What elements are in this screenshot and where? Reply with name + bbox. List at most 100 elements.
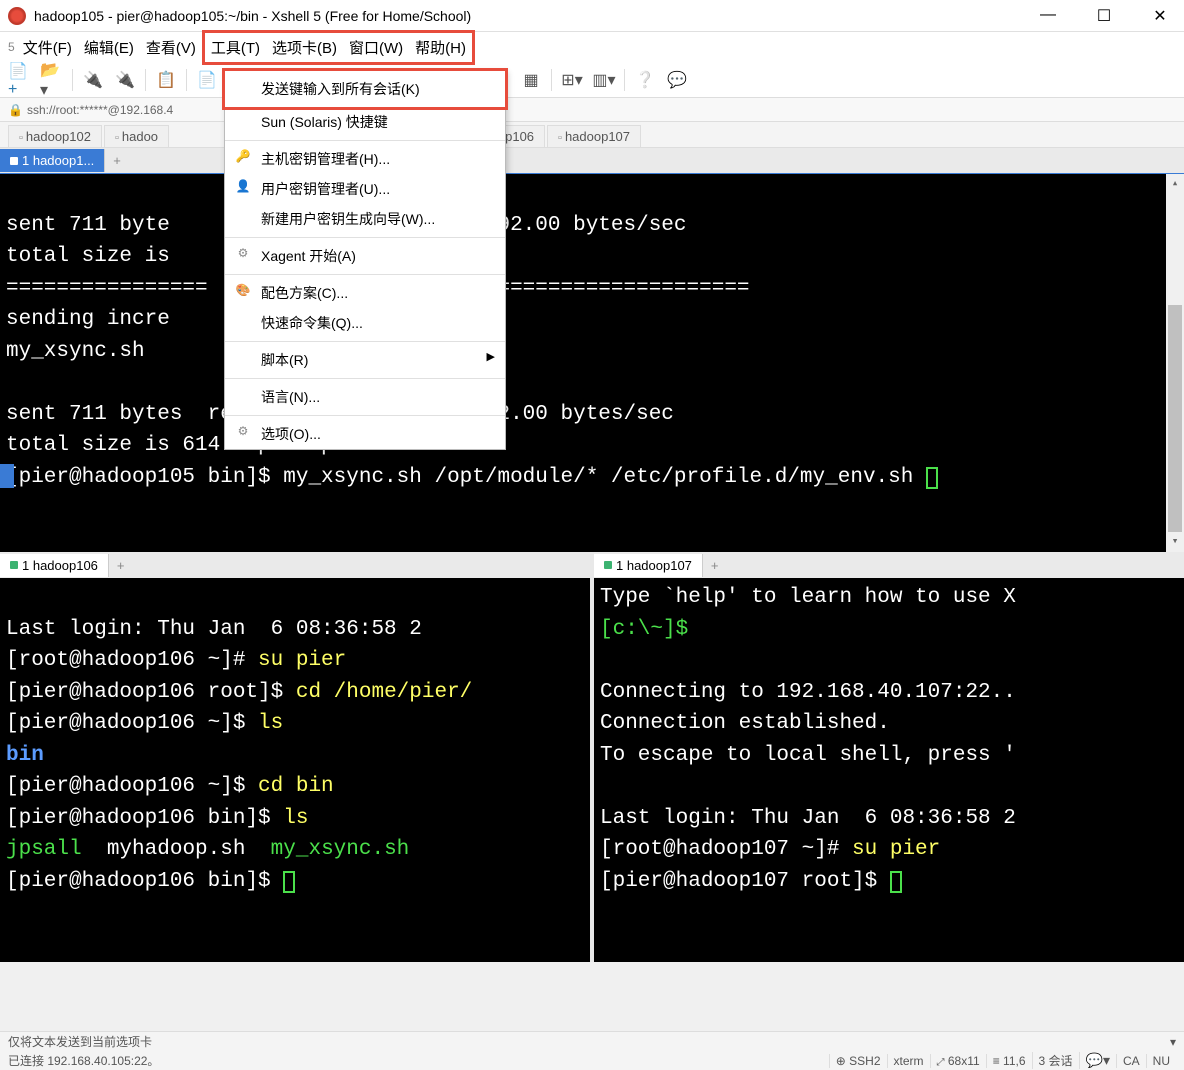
chevron-down-icon[interactable]: ▾ <box>1170 1035 1176 1049</box>
menu-sun-shortcuts[interactable]: Sun (Solaris) 快捷键 <box>225 107 505 137</box>
maximize-button[interactable]: ☐ <box>1088 6 1120 26</box>
scroll-thumb[interactable] <box>1168 305 1182 532</box>
palette-icon: 🎨 <box>235 283 251 297</box>
status-hint-row: 仅将文本发送到当前选项卡 ▾ <box>0 1032 1184 1051</box>
status-term: xterm <box>887 1054 930 1068</box>
cursor-icon <box>926 467 938 489</box>
chevron-right-icon: ▶ <box>487 350 495 363</box>
session-tab-hadoop102[interactable]: ▫hadoop102 <box>8 125 102 147</box>
terminal-hadoop107[interactable]: Type `help' to learn how to use X [c:\~]… <box>594 578 1184 962</box>
terminal-hadoop105[interactable]: sent 711 byte tes 1,492.00 bytes/sec tot… <box>0 174 1184 552</box>
status-caps: CA <box>1116 1054 1146 1068</box>
status-position: ≡ 11,6 <box>986 1054 1032 1068</box>
toolbar: 📄+ 📂▾ 🔌 🔌 📋 📄 📋 🔍 A A▾ 🌀 🌀 ⛶ 🔒 ▦ ⊞▾ ▥▾ ❔… <box>0 62 1184 98</box>
pane-hadoop107: 1 hadoop107 + Type `help' to learn how t… <box>594 552 1184 962</box>
new-session-icon[interactable]: 📄+ <box>8 68 32 92</box>
add-pane-button[interactable]: + <box>703 555 727 576</box>
scrollbar[interactable]: ▴ ▾ <box>1166 174 1184 552</box>
speech-small-icon[interactable]: 💬▾ <box>1079 1052 1116 1069</box>
add-tab-icon[interactable]: ⊞▾ <box>560 68 584 92</box>
gear-icon: ⚙ <box>235 424 251 438</box>
arrange-icon[interactable]: ▥▾ <box>592 68 616 92</box>
menu-file[interactable]: 文件(F) <box>17 33 78 62</box>
open-icon[interactable]: 📂▾ <box>40 68 64 92</box>
status-num: NU <box>1146 1054 1176 1068</box>
menu-view[interactable]: 查看(V) <box>140 33 202 62</box>
host-key-icon: 🔑 <box>235 149 251 163</box>
window-title: hadoop105 - pier@hadoop105:~/bin - Xshel… <box>34 8 1032 24</box>
disconnect-icon[interactable]: 🔌 <box>113 68 137 92</box>
status-sessions: 3 会话 <box>1032 1052 1079 1069</box>
status-size: ⤢ 68x11 <box>930 1054 986 1068</box>
pane-tab-hadoop106[interactable]: 1 hadoop106 <box>0 554 109 577</box>
menu-highlight-box: 工具(T) 选项卡(B) 窗口(W) 帮助(H) <box>202 30 475 65</box>
scroll-down-icon[interactable]: ▾ <box>1170 532 1181 553</box>
pane-tab-hadoop105[interactable]: 1 hadoop1... <box>0 149 105 172</box>
menu-window[interactable]: 窗口(W) <box>343 33 409 62</box>
menu-user-key[interactable]: 👤用户密钥管理者(U)... <box>225 174 505 204</box>
menu-color[interactable]: 🎨配色方案(C)... <box>225 278 505 308</box>
bl-pane-tabs: 1 hadoop106 + <box>0 552 590 578</box>
menu-new-key[interactable]: 新建用户密钥生成向导(W)... <box>225 204 505 234</box>
help-icon[interactable]: ❔ <box>633 68 657 92</box>
br-pane-tabs: 1 hadoop107 + <box>594 552 1184 578</box>
status-connection: 已连接 192.168.40.105:22。 <box>8 1052 159 1069</box>
menu-tabs[interactable]: 选项卡(B) <box>266 33 343 62</box>
lock-small-icon: 🔒 <box>8 103 23 117</box>
separator <box>225 274 505 275</box>
status-dot-icon <box>604 561 612 569</box>
pane-tab-hadoop107[interactable]: 1 hadoop107 <box>594 554 703 577</box>
separator <box>186 69 187 91</box>
address-bar: 🔒 ssh://root:******@192.168.4 <box>0 98 1184 122</box>
user-key-icon: 👤 <box>235 179 251 193</box>
statusbar: 仅将文本发送到当前选项卡 ▾ 已连接 192.168.40.105:22。 ⊕ … <box>0 1031 1184 1070</box>
tab-status-icon: ▫ <box>558 132 562 144</box>
menu-host-key[interactable]: 🔑主机密钥管理者(H)... <box>225 144 505 174</box>
terminal-hadoop106[interactable]: Last login: Thu Jan 6 08:36:58 2 [root@h… <box>0 578 590 962</box>
cursor-icon <box>283 871 295 893</box>
menu-script[interactable]: 脚本(R)▶ <box>225 345 505 375</box>
menu-tools[interactable]: 工具(T) <box>205 33 266 62</box>
menu-quick[interactable]: 快速命令集(Q)... <box>225 308 505 338</box>
zoom-indicator: 5 <box>8 40 15 54</box>
menu-send-keys[interactable]: 发送键输入到所有会话(K) <box>222 68 508 110</box>
scroll-up-icon[interactable]: ▴ <box>1170 174 1181 195</box>
cursor-icon <box>890 871 902 893</box>
app-icon <box>8 7 26 25</box>
top-pane-tabs: 1 hadoop1... + <box>0 148 1184 174</box>
tab-status-icon: ▫ <box>115 132 119 144</box>
tab-status-icon: ▫ <box>19 132 23 144</box>
separator <box>225 415 505 416</box>
menu-help[interactable]: 帮助(H) <box>409 33 472 62</box>
close-button[interactable]: ✕ <box>1144 6 1176 26</box>
reconnect-icon[interactable]: 🔌 <box>81 68 105 92</box>
copy-icon[interactable]: 📄 <box>195 68 219 92</box>
pane-hadoop106: 1 hadoop106 + Last login: Thu Jan 6 08:3… <box>0 552 594 962</box>
status-dot-icon <box>10 157 18 165</box>
separator <box>551 69 552 91</box>
status-hint: 仅将文本发送到当前选项卡 <box>8 1033 152 1050</box>
status-ssh: ⊕ SSH2 <box>829 1054 887 1068</box>
properties-icon[interactable]: 📋 <box>154 68 178 92</box>
menu-xagent[interactable]: ⚙Xagent 开始(A) <box>225 241 505 271</box>
selection-marker <box>0 464 14 488</box>
titlebar: hadoop105 - pier@hadoop105:~/bin - Xshel… <box>0 0 1184 32</box>
separator <box>225 378 505 379</box>
bottom-panes: 1 hadoop106 + Last login: Thu Jan 6 08:3… <box>0 552 1184 962</box>
status-dot-icon <box>10 561 18 569</box>
xagent-icon: ⚙ <box>235 246 251 260</box>
session-tab-hadoop107[interactable]: ▫hadoop107 <box>547 125 641 147</box>
separator <box>624 69 625 91</box>
separator <box>225 341 505 342</box>
menu-options[interactable]: ⚙选项(O)... <box>225 419 505 449</box>
menu-edit[interactable]: 编辑(E) <box>78 33 140 62</box>
add-pane-button[interactable]: + <box>105 150 129 171</box>
add-pane-button[interactable]: + <box>109 555 133 576</box>
minimize-button[interactable]: — <box>1032 6 1064 26</box>
session-tab-hadoo[interactable]: ▫hadoo <box>104 125 169 147</box>
address-text[interactable]: ssh://root:******@192.168.4 <box>27 103 173 117</box>
status-info-row: 已连接 192.168.40.105:22。 ⊕ SSH2 xterm ⤢ 68… <box>0 1051 1184 1070</box>
menu-lang[interactable]: 语言(N)... <box>225 382 505 412</box>
speech-icon[interactable]: 💬 <box>665 68 689 92</box>
transparent-icon[interactable]: ▦ <box>519 68 543 92</box>
